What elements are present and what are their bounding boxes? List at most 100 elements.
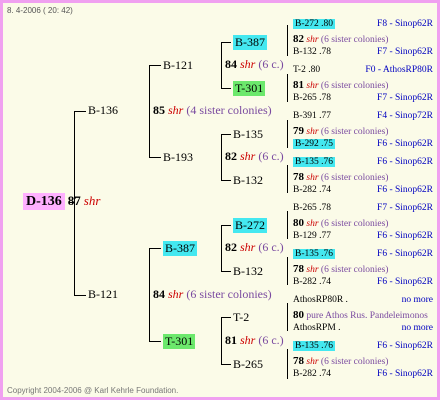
parent-node[interactable]: B-136 xyxy=(88,103,118,118)
queen-number: 80 xyxy=(293,309,304,321)
connector xyxy=(149,65,150,157)
queen-number: 78 xyxy=(293,355,304,367)
shr-label: shr xyxy=(306,265,319,275)
root-node[interactable]: D-136 87 shr xyxy=(23,193,100,210)
pedigree-frame: 8. 4-2006 ( 20: 42) D-136 87 shr B-136 B… xyxy=(0,0,440,400)
queen-node: 81 shr (6 c.) xyxy=(225,333,284,347)
gen4-origin: F0 - AthosRP80R xyxy=(365,65,433,75)
grandparent-node[interactable]: B-387 xyxy=(163,241,197,256)
connector xyxy=(149,248,161,249)
grandparent-node[interactable]: B-193 xyxy=(163,150,193,165)
gen4-origin: F6 - Sinop62R xyxy=(377,231,433,241)
gen4-origin: F6 - Sinop62R xyxy=(377,157,433,167)
connector xyxy=(74,111,86,112)
gen4-queen: 81 shr (6 sister colonies) xyxy=(293,79,388,91)
sister-note: (6 sister colonies) xyxy=(320,357,389,367)
gen4-id[interactable]: B-292 .75 xyxy=(293,139,335,149)
connector xyxy=(287,303,288,331)
gen4-id[interactable]: B-282 .74 xyxy=(293,369,331,379)
connector xyxy=(221,317,222,364)
shr-label: shr xyxy=(306,357,319,367)
gen4-id[interactable]: B-132 .78 xyxy=(293,47,331,57)
ancestor-node[interactable]: T-2 xyxy=(233,310,249,325)
gen4-origin: F7 - Sinop62R xyxy=(377,93,433,103)
gen4-id[interactable]: T-2 .80 xyxy=(293,65,320,75)
gen4-origin: no more xyxy=(401,295,433,305)
connector xyxy=(149,65,161,66)
gen4-id[interactable]: B-265 .78 xyxy=(293,203,331,213)
ancestor-node[interactable]: B-132 xyxy=(233,173,263,188)
gen4-origin: F7 - Sinop62R xyxy=(377,47,433,57)
connector xyxy=(221,317,231,318)
connector xyxy=(287,74,288,102)
grandparent-node[interactable]: B-121 xyxy=(163,58,193,73)
gen4-origin: F8 - Sinop62R xyxy=(377,19,433,29)
gen4-queen: 78 shr (6 sister colonies) xyxy=(293,171,388,183)
ancestor-node[interactable]: B-265 xyxy=(233,357,263,372)
queen-node: 84 shr (6 c.) xyxy=(225,57,284,71)
shr-label: shr xyxy=(306,173,319,183)
gen4-id[interactable]: B-135 .76 xyxy=(293,249,335,259)
connector xyxy=(287,257,288,285)
queen-node: 85 shr (4 sister colonies) xyxy=(153,103,272,117)
gen4-id[interactable]: B-129 .77 xyxy=(293,231,331,241)
queen-number: 78 xyxy=(293,263,304,275)
shr-label: shr xyxy=(306,81,319,91)
sister-note: (6 sister colonies) xyxy=(320,265,389,275)
connector xyxy=(221,271,231,272)
connector xyxy=(74,295,86,296)
ancestor-node[interactable]: B-135 xyxy=(233,127,263,142)
parent-node[interactable]: B-121 xyxy=(88,287,118,302)
connector xyxy=(287,349,288,379)
gen4-id[interactable]: B-272 .80 xyxy=(293,19,335,29)
connector xyxy=(221,225,231,226)
shr-label: shr xyxy=(306,127,319,137)
gen4-queen: 78 shr (6 sister colonies) xyxy=(293,263,388,275)
ancestor-node[interactable]: B-132 xyxy=(233,264,263,279)
connector xyxy=(149,248,150,341)
sister-note: pure Athos Rus. Pandeleimonos xyxy=(306,311,428,321)
ancestor-node[interactable]: T-301 xyxy=(233,81,266,96)
queen-node: 82 shr (6 c.) xyxy=(225,240,284,254)
shr-label: shr xyxy=(306,35,319,45)
connector xyxy=(221,134,231,135)
gen4-id[interactable]: B-135 .76 xyxy=(293,341,335,351)
gen4-id[interactable]: B-282 .74 xyxy=(293,185,331,195)
gen4-id[interactable]: AthosRPM . xyxy=(293,323,341,333)
ancestor-node[interactable]: B-272 xyxy=(233,218,267,233)
queen-number: 81 xyxy=(293,79,304,91)
connector xyxy=(221,180,231,181)
gen4-origin: F6 - Sinop62R xyxy=(377,341,433,351)
sister-note: (6 sister colonies) xyxy=(320,81,389,91)
root-shr: shr xyxy=(83,193,101,208)
sister-note: (6 sister colonies) xyxy=(320,35,389,45)
copyright: Copyright 2004-2006 @ Karl Kehrle Founda… xyxy=(7,386,179,395)
connector xyxy=(221,42,222,88)
gen4-id[interactable]: B-391 .77 xyxy=(293,111,331,121)
shr-label: shr xyxy=(306,219,319,229)
grandparent-node[interactable]: T-301 xyxy=(163,334,196,349)
ancestor-node[interactable]: B-387 xyxy=(233,35,267,50)
gen4-origin: F4 - Sinop72R xyxy=(377,111,433,121)
connector xyxy=(287,165,288,193)
queen-number: 80 xyxy=(293,217,304,229)
gen4-id[interactable]: AthosRP80R . xyxy=(293,295,348,305)
gen4-id[interactable]: B-282 .74 xyxy=(293,277,331,287)
connector xyxy=(221,225,222,271)
connector xyxy=(287,120,288,148)
connector xyxy=(221,134,222,180)
root-number: 87 xyxy=(67,193,81,208)
queen-node: 82 shr (6 c.) xyxy=(225,149,284,163)
gen4-id[interactable]: B-135 .76 xyxy=(293,157,335,167)
connector xyxy=(221,88,231,89)
gen4-id[interactable]: B-265 .78 xyxy=(293,93,331,103)
sister-note: (6 sister colonies) xyxy=(320,173,389,183)
gen4-queen: 79 shr (6 sister colonies) xyxy=(293,125,388,137)
gen4-queen: 80 shr (6 sister colonies) xyxy=(293,217,388,229)
gen4-origin: F6 - Sinop62R xyxy=(377,185,433,195)
connector xyxy=(149,157,161,158)
gen4-queen: 82 shr (6 sister colonies) xyxy=(293,33,388,45)
queen-node: 84 shr (6 sister colonies) xyxy=(153,287,272,301)
connector xyxy=(287,25,288,56)
gen4-origin: F6 - Sinop62R xyxy=(377,139,433,149)
